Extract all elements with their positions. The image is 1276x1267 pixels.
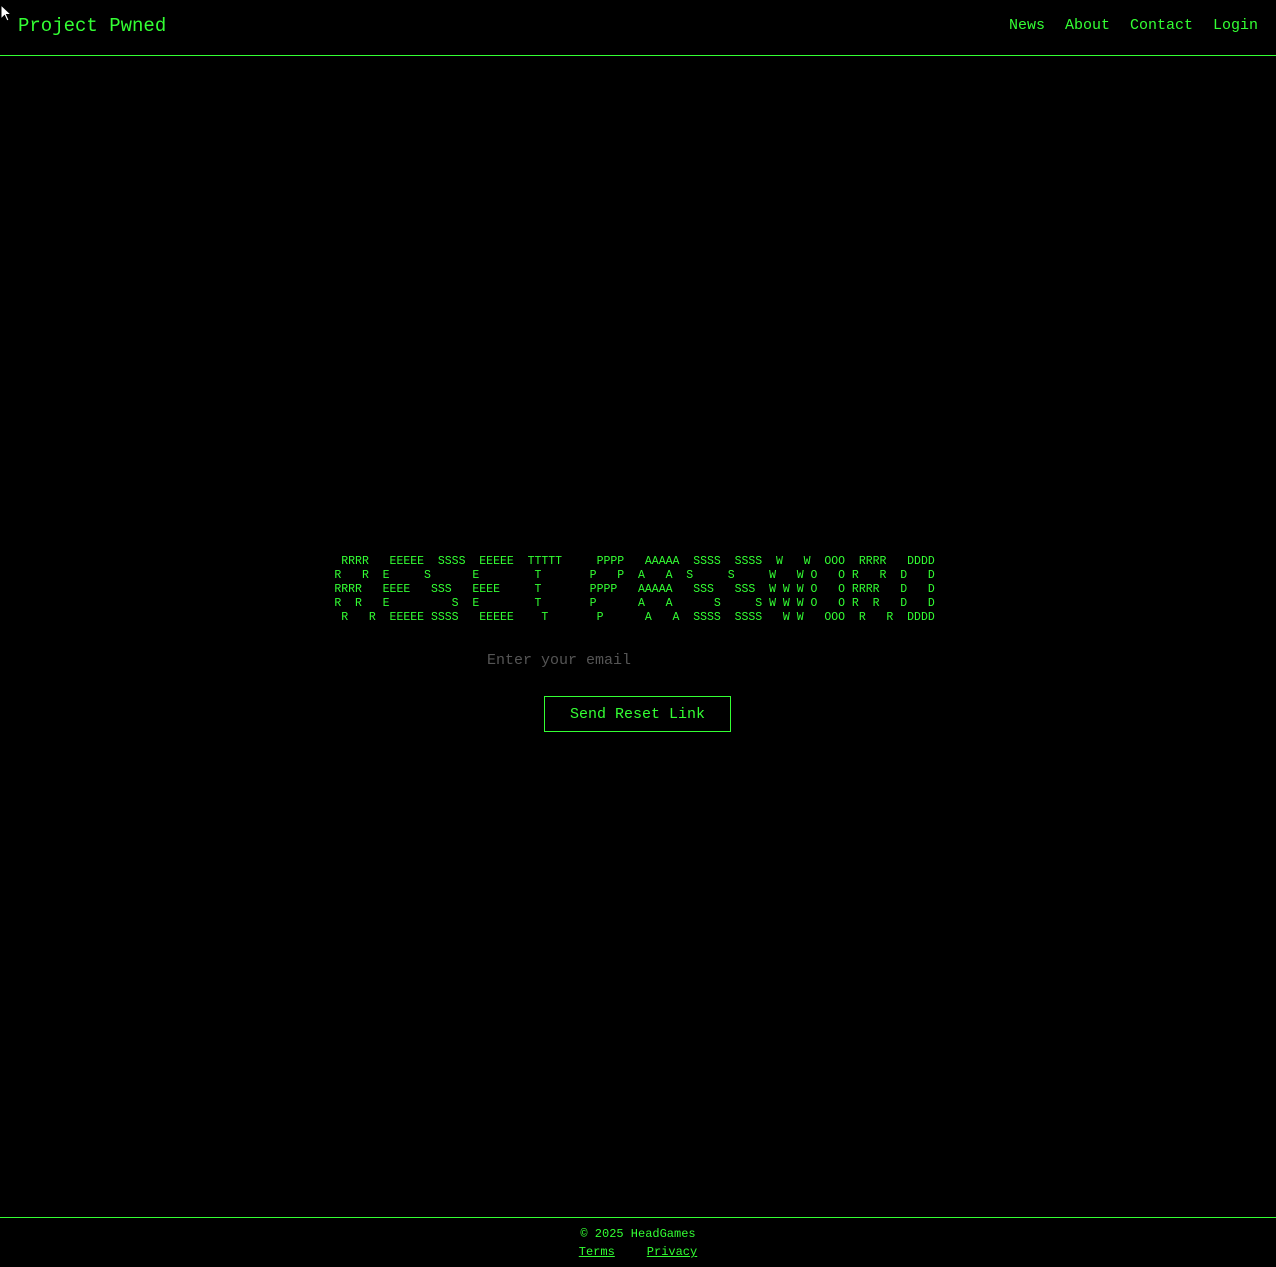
nav-contact-link[interactable]: Contact — [1130, 17, 1193, 35]
terms-link[interactable]: Terms — [579, 1245, 615, 1259]
nav-about-link[interactable]: About — [1065, 17, 1110, 35]
brand-logo-link[interactable]: Project Pwned — [18, 14, 166, 38]
footer: © 2025 HeadGames Terms Privacy — [0, 1217, 1276, 1267]
send-reset-link-button[interactable]: Send Reset Link — [544, 696, 731, 732]
footer-links: Terms Privacy — [0, 1245, 1276, 1259]
main-nav: News About Contact Login — [1009, 17, 1258, 35]
privacy-link[interactable]: Privacy — [647, 1245, 697, 1259]
nav-news-link[interactable]: News — [1009, 17, 1045, 35]
page: Project Pwned News About Contact Login R… — [0, 0, 1276, 1267]
copyright-text: © 2025 HeadGames — [580, 1227, 696, 1241]
ascii-banner: RRRR EEEEE SSSS EEEEE TTTTT PPPP AAAAA S… — [334, 555, 935, 624]
top-nav-bar: Project Pwned News About Contact Login — [0, 0, 1276, 56]
nav-login-link[interactable]: Login — [1213, 17, 1258, 35]
ascii-banner-container: RRRR EEEEE SSSS EEEEE TTTTT PPPP AAAAA S… — [0, 555, 1276, 625]
email-input[interactable] — [478, 647, 798, 673]
